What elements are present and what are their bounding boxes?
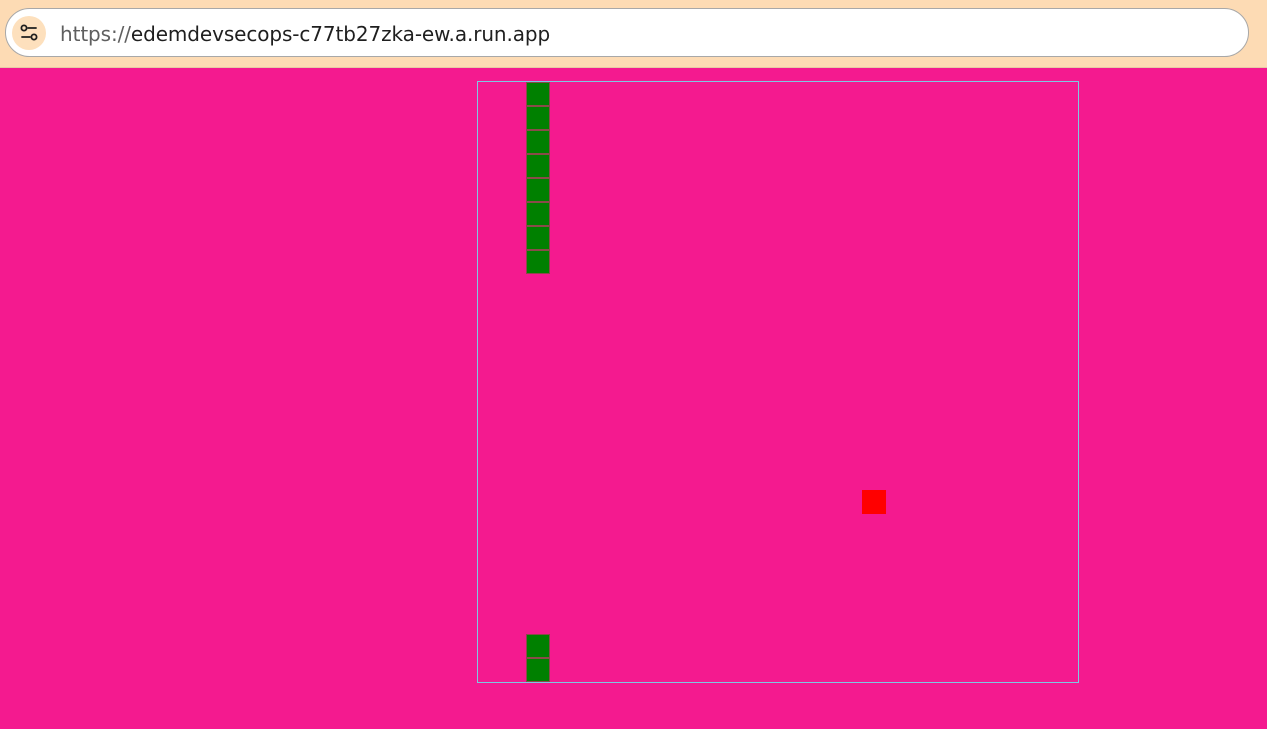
snake-segment [526,82,550,106]
game-board[interactable] [477,81,1079,683]
snake-segment [526,226,550,250]
browser-toolbar: https://edemdevsecops-c77tb27zka-ew.a.ru… [0,0,1267,68]
food-item [862,490,886,514]
url-host: edemdevsecops-c77tb27zka-ew.a.run.app [130,22,551,46]
address-bar[interactable]: https://edemdevsecops-c77tb27zka-ew.a.ru… [5,8,1249,57]
snake-segment [526,202,550,226]
snake-segment [526,178,550,202]
snake-segment [526,154,550,178]
snake-segment [526,658,550,682]
url-scheme: https:// [60,22,131,46]
snake-segment [526,250,550,274]
page-content [0,68,1267,729]
url-text[interactable]: https://edemdevsecops-c77tb27zka-ew.a.ru… [60,22,550,46]
tune-icon [20,24,38,41]
snake-segment [526,106,550,130]
snake-segment [526,634,550,658]
site-info-button[interactable] [12,16,46,50]
snake-segment [526,130,550,154]
